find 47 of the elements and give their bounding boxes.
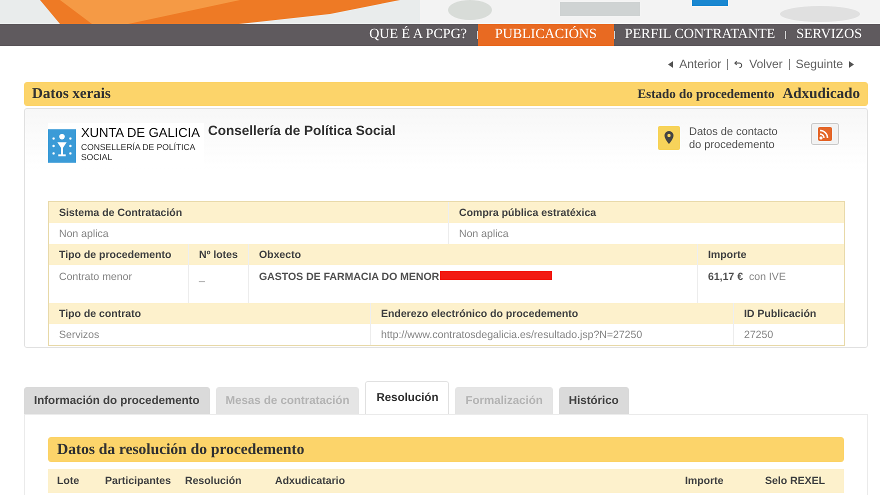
next-icon <box>849 60 854 68</box>
tab[interactable]: Resolución <box>365 381 450 414</box>
tax-note: con IVE <box>749 271 786 283</box>
column-header: Tipo de procedemento <box>49 244 188 265</box>
table-cell: Non aplica <box>459 228 509 240</box>
status-label: Estado do procedemento <box>637 86 774 102</box>
column-header: Resolución <box>184 475 243 487</box>
tab[interactable]: Histórico <box>558 387 629 414</box>
resolution-header: Datos da resolución do procedemento <box>48 437 844 462</box>
column-header: Importe <box>684 475 725 487</box>
previous-link[interactable]: Anterior <box>679 57 722 71</box>
column-header: Compra pública estratéxica <box>449 202 844 223</box>
column-header: Nº lotes <box>189 244 248 265</box>
column-header: Obxecto <box>249 244 697 265</box>
nav-link[interactable]: QUE É A PCPG? <box>359 24 477 46</box>
column-header: Selo REXEL <box>764 475 826 487</box>
column-header: Sistema de Contratación <box>49 202 448 223</box>
contact-link[interactable]: Datos de contacto do procedemento <box>689 126 789 152</box>
column-header: Lote <box>56 475 80 487</box>
column-header: Importe <box>698 244 844 265</box>
logo-subtitle: CONSELLERÍA DE POLÍTICA SOCIAL <box>81 142 196 162</box>
column-header: ID Publicación <box>734 303 844 324</box>
next-link[interactable]: Seguinte <box>796 57 843 71</box>
section-title: Datos xerais <box>32 86 112 102</box>
table-cell: http://www.contratosdegalicia.es/resultado.jsp?N=27250 <box>381 328 642 340</box>
column-header: Adxudicatario <box>274 475 346 487</box>
nav-link[interactable]: PERFIL CONTRATANTE <box>614 24 786 46</box>
tab[interactable]: Información do procedemento <box>24 387 210 414</box>
status-value: Adxudicado <box>782 86 860 102</box>
table-cell: GASTOS DE FARMACIA DO MENOR <box>259 271 440 283</box>
table-cell: Contrato menor <box>59 271 132 283</box>
table-cell: _ <box>199 271 205 283</box>
rss-icon[interactable] <box>811 123 839 145</box>
logo-title: XUNTA DE GALICIA <box>81 125 200 140</box>
table-cell: Servizos <box>59 328 100 340</box>
column-header: Tipo de contrato <box>49 303 370 324</box>
previous-icon <box>668 60 674 68</box>
back-link[interactable]: Volver <box>749 57 783 71</box>
table-cell: 27250 <box>744 328 774 340</box>
location-pin-icon[interactable] <box>658 126 680 150</box>
column-header: Enderezo electrónico do procedemento <box>371 303 733 324</box>
table-cell: 61,17 € <box>708 271 744 283</box>
table-cell: Non aplica <box>59 228 109 240</box>
nav-link[interactable]: SERVIZOS <box>786 24 872 46</box>
back-icon <box>734 60 744 68</box>
column-header: Participantes <box>104 475 172 487</box>
organization-name: Consellería de Política Social <box>208 123 397 138</box>
